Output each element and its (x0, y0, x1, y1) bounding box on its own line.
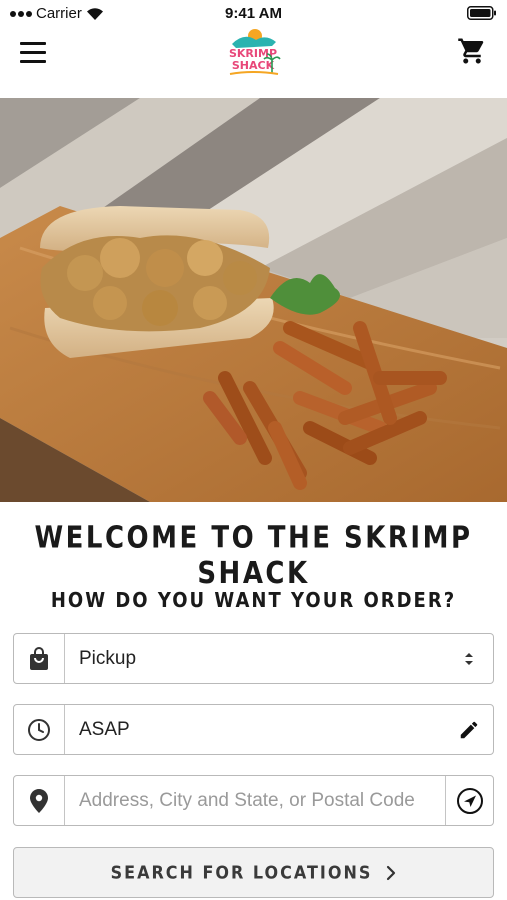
edit-pencil-icon[interactable] (445, 705, 493, 754)
search-locations-label: SEARCH FOR LOCATIONS (110, 861, 373, 884)
order-type-value[interactable]: Pickup (65, 634, 445, 683)
clock-icon (14, 705, 65, 754)
order-type-select[interactable]: Pickup (13, 633, 494, 684)
chevron-right-icon (387, 865, 396, 880)
welcome-heading: WELCOME TO THE SKRIMP SHACK (34, 520, 473, 592)
battery-icon (467, 6, 497, 25)
skrimp-shack-logo[interactable]: SKRIMP SHACK (222, 26, 284, 78)
current-location-icon[interactable] (445, 776, 493, 825)
order-time-field[interactable]: ASAP (13, 704, 494, 755)
svg-text:SHACK: SHACK (232, 59, 275, 72)
app-header: SKRIMP SHACK (0, 24, 507, 98)
location-input-wrap[interactable] (65, 776, 445, 825)
status-time: 9:41 AM (225, 5, 282, 22)
hamburger-menu-icon[interactable] (20, 38, 50, 66)
search-locations-button[interactable]: SEARCH FOR LOCATIONS (13, 847, 494, 898)
order-question: HOW DO YOU WANT YOUR ORDER? (50, 588, 457, 613)
location-field[interactable] (13, 775, 494, 826)
hero-food-image (0, 98, 507, 502)
order-time-value[interactable]: ASAP (65, 705, 445, 754)
order-setup-panel: WELCOME TO THE SKRIMP SHACK HOW DO YOU W… (0, 502, 507, 900)
shopping-bag-icon (14, 634, 65, 683)
location-input[interactable] (79, 776, 445, 825)
shopping-cart-icon[interactable] (457, 36, 487, 66)
select-arrows-icon[interactable] (445, 634, 493, 683)
map-pin-icon (14, 776, 65, 825)
